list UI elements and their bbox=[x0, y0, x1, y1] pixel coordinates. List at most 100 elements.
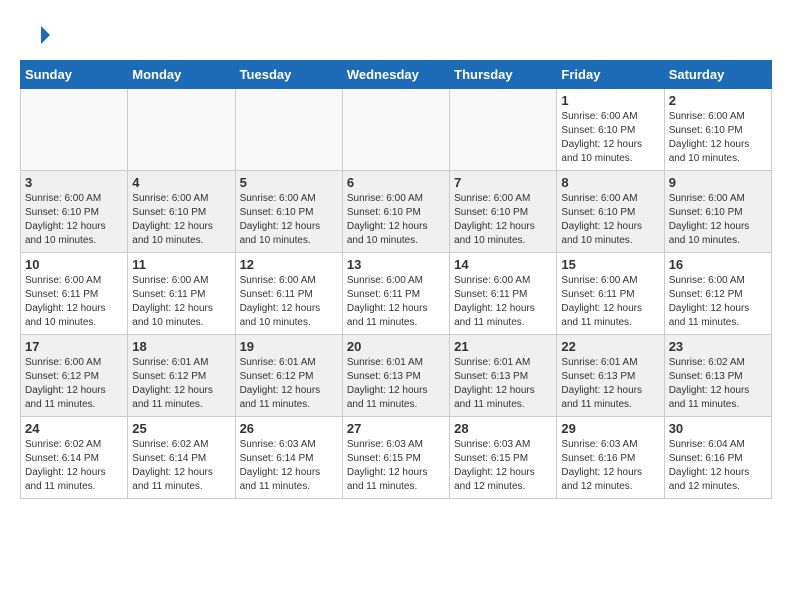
day-of-week-header: Tuesday bbox=[235, 61, 342, 89]
day-info: Sunrise: 6:01 AM Sunset: 6:13 PM Dayligh… bbox=[454, 356, 552, 412]
day-number: 1 bbox=[561, 93, 659, 108]
calendar-day-cell: 3 Sunrise: 6:00 AM Sunset: 6:10 PM Daylig… bbox=[21, 171, 128, 253]
day-number: 16 bbox=[669, 257, 767, 272]
calendar-day-cell: 2Sunrise: 6:00 AM Sunset: 6:10 PM Daylig… bbox=[664, 89, 771, 171]
calendar-day-cell: 17Sunrise: 6:00 AM Sunset: 6:12 PM Dayli… bbox=[21, 335, 128, 417]
logo-icon bbox=[20, 20, 50, 50]
calendar-day-cell: 25 Sunrise: 6:02 AM Sunset: 6:14 PM Dayli… bbox=[128, 417, 235, 499]
day-number: 11 bbox=[132, 257, 230, 272]
calendar-day-cell: 11 Sunrise: 6:00 AM Sunset: 6:11 PM Dayli… bbox=[128, 253, 235, 335]
day-info: Sunrise: 6:00 AM Sunset: 6:11 PM Dayligh… bbox=[240, 274, 338, 330]
calendar-day-cell: 29Sunrise: 6:03 AM Sunset: 6:16 PM Dayli… bbox=[557, 417, 664, 499]
calendar-week-row: 24 Sunrise: 6:02 AM Sunset: 6:14 PM Dayli… bbox=[21, 417, 772, 499]
calendar-day-cell bbox=[128, 89, 235, 171]
calendar-day-cell: 27 Sunrise: 6:03 AM Sunset: 6:15 PM Dayli… bbox=[342, 417, 449, 499]
day-number: 18 bbox=[132, 339, 230, 354]
day-number: 15 bbox=[561, 257, 659, 272]
day-info: Sunrise: 6:02 AM Sunset: 6:13 PM Dayligh… bbox=[669, 356, 767, 412]
day-info: Sunrise: 6:00 AM Sunset: 6:10 PM Dayligh… bbox=[240, 192, 338, 248]
day-number: 3 bbox=[25, 175, 123, 190]
day-number: 6 bbox=[347, 175, 445, 190]
calendar-day-cell: 9Sunrise: 6:00 AM Sunset: 6:10 PM Daylig… bbox=[664, 171, 771, 253]
calendar-day-cell: 20 Sunrise: 6:01 AM Sunset: 6:13 PM Dayli… bbox=[342, 335, 449, 417]
calendar-day-cell: 13 Sunrise: 6:00 AM Sunset: 6:11 PM Dayli… bbox=[342, 253, 449, 335]
day-info: Sunrise: 6:01 AM Sunset: 6:12 PM Dayligh… bbox=[132, 356, 230, 412]
calendar-week-row: 3 Sunrise: 6:00 AM Sunset: 6:10 PM Daylig… bbox=[21, 171, 772, 253]
calendar-day-cell bbox=[235, 89, 342, 171]
day-number: 5 bbox=[240, 175, 338, 190]
calendar-day-cell: 26Sunrise: 6:03 AM Sunset: 6:14 PM Dayli… bbox=[235, 417, 342, 499]
day-info: Sunrise: 6:00 AM Sunset: 6:10 PM Dayligh… bbox=[347, 192, 445, 248]
day-info: Sunrise: 6:00 AM Sunset: 6:10 PM Dayligh… bbox=[669, 110, 767, 166]
day-of-week-header: Monday bbox=[128, 61, 235, 89]
day-number: 25 bbox=[132, 421, 230, 436]
day-of-week-header: Wednesday bbox=[342, 61, 449, 89]
day-of-week-header: Sunday bbox=[21, 61, 128, 89]
calendar-day-cell: 18 Sunrise: 6:01 AM Sunset: 6:12 PM Dayli… bbox=[128, 335, 235, 417]
day-of-week-header: Thursday bbox=[450, 61, 557, 89]
calendar-day-cell: 12 Sunrise: 6:00 AM Sunset: 6:11 PM Dayli… bbox=[235, 253, 342, 335]
day-number: 26 bbox=[240, 421, 338, 436]
day-info: Sunrise: 6:00 AM Sunset: 6:11 PM Dayligh… bbox=[132, 274, 230, 330]
page-header bbox=[20, 20, 772, 50]
calendar-day-cell bbox=[342, 89, 449, 171]
calendar-day-cell: 7Sunrise: 6:00 AM Sunset: 6:10 PM Daylig… bbox=[450, 171, 557, 253]
day-info: Sunrise: 6:00 AM Sunset: 6:10 PM Dayligh… bbox=[132, 192, 230, 248]
calendar-day-cell: 10 Sunrise: 6:00 AM Sunset: 6:11 PM Dayli… bbox=[21, 253, 128, 335]
calendar-day-cell: 6 Sunrise: 6:00 AM Sunset: 6:10 PM Daylig… bbox=[342, 171, 449, 253]
calendar-day-cell: 14Sunrise: 6:00 AM Sunset: 6:11 PM Dayli… bbox=[450, 253, 557, 335]
day-info: Sunrise: 6:00 AM Sunset: 6:11 PM Dayligh… bbox=[25, 274, 123, 330]
day-info: Sunrise: 6:00 AM Sunset: 6:10 PM Dayligh… bbox=[561, 192, 659, 248]
calendar-week-row: 1 Sunrise: 6:00 AM Sunset: 6:10 PM Daylig… bbox=[21, 89, 772, 171]
calendar-day-cell bbox=[450, 89, 557, 171]
day-of-week-header: Saturday bbox=[664, 61, 771, 89]
calendar-day-cell: 21 Sunrise: 6:01 AM Sunset: 6:13 PM Dayli… bbox=[450, 335, 557, 417]
day-info: Sunrise: 6:00 AM Sunset: 6:12 PM Dayligh… bbox=[669, 274, 767, 330]
day-info: Sunrise: 6:00 AM Sunset: 6:11 PM Dayligh… bbox=[454, 274, 552, 330]
calendar-day-cell: 16 Sunrise: 6:00 AM Sunset: 6:12 PM Dayli… bbox=[664, 253, 771, 335]
day-info: Sunrise: 6:01 AM Sunset: 6:13 PM Dayligh… bbox=[347, 356, 445, 412]
day-info: Sunrise: 6:01 AM Sunset: 6:13 PM Dayligh… bbox=[561, 356, 659, 412]
calendar-day-cell: 23 Sunrise: 6:02 AM Sunset: 6:13 PM Dayli… bbox=[664, 335, 771, 417]
day-number: 10 bbox=[25, 257, 123, 272]
day-info: Sunrise: 6:02 AM Sunset: 6:14 PM Dayligh… bbox=[132, 438, 230, 494]
calendar-table: SundayMondayTuesdayWednesdayThursdayFrid… bbox=[20, 60, 772, 499]
day-number: 13 bbox=[347, 257, 445, 272]
day-number: 12 bbox=[240, 257, 338, 272]
day-number: 30 bbox=[669, 421, 767, 436]
day-number: 22 bbox=[561, 339, 659, 354]
calendar-day-cell: 28 Sunrise: 6:03 AM Sunset: 6:15 PM Dayli… bbox=[450, 417, 557, 499]
day-info: Sunrise: 6:00 AM Sunset: 6:11 PM Dayligh… bbox=[347, 274, 445, 330]
calendar-day-cell: 4 Sunrise: 6:00 AM Sunset: 6:10 PM Daylig… bbox=[128, 171, 235, 253]
calendar-day-cell: 1Sunrise: 6:00 AM Sunset: 6:10 PM Daylig… bbox=[557, 89, 664, 171]
day-info: Sunrise: 6:03 AM Sunset: 6:15 PM Dayligh… bbox=[347, 438, 445, 494]
day-number: 29 bbox=[561, 421, 659, 436]
calendar-day-cell bbox=[21, 89, 128, 171]
day-number: 28 bbox=[454, 421, 552, 436]
calendar-day-cell: 19Sunrise: 6:01 AM Sunset: 6:12 PM Dayli… bbox=[235, 335, 342, 417]
day-info: Sunrise: 6:00 AM Sunset: 6:10 PM Dayligh… bbox=[25, 192, 123, 248]
calendar-day-cell: 8 Sunrise: 6:00 AM Sunset: 6:10 PM Daylig… bbox=[557, 171, 664, 253]
day-number: 4 bbox=[132, 175, 230, 190]
calendar-day-cell: 24 Sunrise: 6:02 AM Sunset: 6:14 PM Dayli… bbox=[21, 417, 128, 499]
day-info: Sunrise: 6:04 AM Sunset: 6:16 PM Dayligh… bbox=[669, 438, 767, 494]
day-number: 24 bbox=[25, 421, 123, 436]
day-number: 20 bbox=[347, 339, 445, 354]
calendar-header-row: SundayMondayTuesdayWednesdayThursdayFrid… bbox=[21, 61, 772, 89]
day-info: Sunrise: 6:00 AM Sunset: 6:11 PM Dayligh… bbox=[561, 274, 659, 330]
day-info: Sunrise: 6:00 AM Sunset: 6:10 PM Dayligh… bbox=[669, 192, 767, 248]
day-number: 21 bbox=[454, 339, 552, 354]
day-number: 8 bbox=[561, 175, 659, 190]
day-info: Sunrise: 6:02 AM Sunset: 6:14 PM Dayligh… bbox=[25, 438, 123, 494]
logo bbox=[20, 20, 54, 50]
calendar-day-cell: 22 Sunrise: 6:01 AM Sunset: 6:13 PM Dayli… bbox=[557, 335, 664, 417]
day-number: 17 bbox=[25, 339, 123, 354]
day-info: Sunrise: 6:00 AM Sunset: 6:10 PM Dayligh… bbox=[454, 192, 552, 248]
day-number: 23 bbox=[669, 339, 767, 354]
calendar-week-row: 17Sunrise: 6:00 AM Sunset: 6:12 PM Dayli… bbox=[21, 335, 772, 417]
day-of-week-header: Friday bbox=[557, 61, 664, 89]
day-number: 27 bbox=[347, 421, 445, 436]
day-info: Sunrise: 6:03 AM Sunset: 6:15 PM Dayligh… bbox=[454, 438, 552, 494]
calendar-week-row: 10 Sunrise: 6:00 AM Sunset: 6:11 PM Dayli… bbox=[21, 253, 772, 335]
calendar-day-cell: 30 Sunrise: 6:04 AM Sunset: 6:16 PM Dayli… bbox=[664, 417, 771, 499]
